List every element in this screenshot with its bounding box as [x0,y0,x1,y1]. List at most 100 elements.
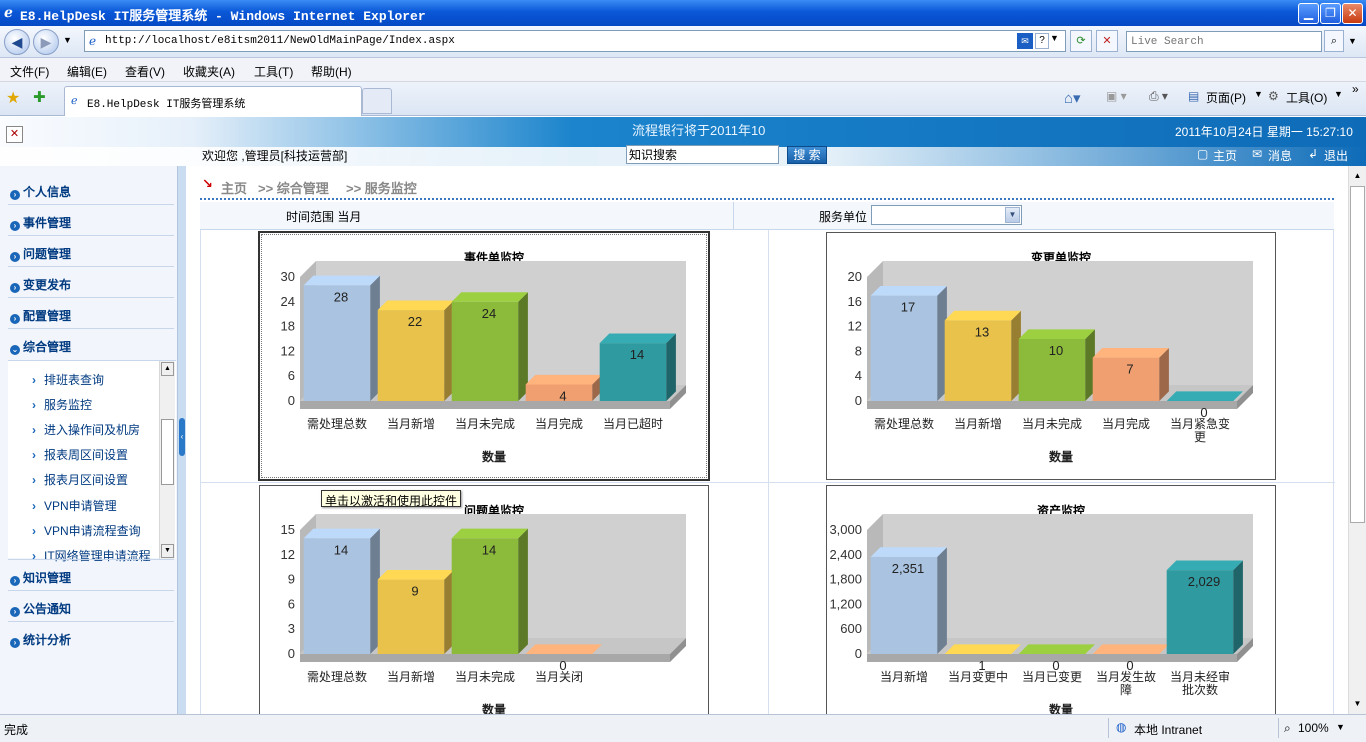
chart-panel-problems[interactable]: 问题单监控 0 3 6 9 12 15 14 需处理总数 9 当月新增 14 当月未完成 0 当月关闭 数量 [259,485,709,714]
sidebar-group-change[interactable]: › 变更发布 [10,276,71,293]
zoom-dropdown-icon[interactable]: ▼ [1336,722,1345,732]
zoom-level[interactable]: 100% [1298,721,1329,735]
bar-top [377,570,454,580]
knowledge-search-button[interactable]: 搜 索 [787,146,827,164]
sidebar-group-general[interactable]: ⌄ 综合管理 [10,338,71,355]
bar-top [525,644,602,654]
messages-link[interactable]: 消息 [1268,147,1292,164]
stop-button[interactable]: ✕ [1096,30,1118,52]
expand-icon: › [10,221,20,231]
page-scroll-down-icon[interactable]: ▼ [1350,696,1365,712]
sidebar-item-network-request[interactable]: › IT网络管理申请流程 [32,547,160,564]
sidebar-group-personal-info[interactable]: › 个人信息 [10,183,71,200]
history-dropdown-icon[interactable]: ▼ [63,35,72,45]
search-go-button[interactable]: ⌕ [1324,30,1344,52]
sidebar-group-config[interactable]: › 配置管理 [10,307,71,324]
page-menu-button[interactable]: 页面(P) [1206,89,1246,106]
sidebar-item-monthly-report[interactable]: › 报表月区间设置 [32,471,128,488]
menu-favorites[interactable]: 收藏夹(A) [183,63,235,80]
chart-panel-changes[interactable]: 变更单监控 0 4 8 12 16 20 17 需处理总数 13 当月新增 10 当月未完成 7 当月完成 0… [826,232,1276,480]
add-favorite-icon[interactable]: ✚ [33,88,46,106]
sidebar-group-statistics[interactable]: › 统计分析 [10,631,71,648]
submenu-scrollbar[interactable]: ▲ ▼ [159,361,175,559]
menu-file[interactable]: 文件(F) [10,63,49,80]
expand-icon: › [10,252,20,262]
menu-edit[interactable]: 编辑(E) [67,63,107,80]
forward-button[interactable]: ▶ [33,29,59,55]
tools-menu-dropdown-icon[interactable]: ▼ [1334,89,1343,99]
sidebar-group-knowledge[interactable]: › 知识管理 [10,569,71,586]
scroll-thumb[interactable] [161,419,174,485]
activex-tooltip: 单击以激活和使用此控件 [321,490,462,508]
url-dropdown-icon[interactable]: ▼ [1050,33,1059,43]
bar-side [937,547,947,654]
x-tick-label: 需处理总数 [307,416,367,431]
service-unit-label: 服务单位 [819,210,868,224]
breadcrumb-current: >> 服务监控 [346,181,417,196]
chevron-more-icon[interactable]: » [1352,82,1359,96]
scroll-down-icon[interactable]: ▼ [161,544,174,558]
sidebar-item-datacenter-access[interactable]: › 进入操作间及机房 [32,421,140,438]
sidebar-group-notices[interactable]: › 公告通知 [10,600,71,617]
sidebar-item-vpn-request[interactable]: › VPN申请管理 [32,497,117,514]
x-tick-label: 当月已变更 [1022,669,1082,684]
print-icon[interactable]: ⎙ ▾ [1149,89,1168,104]
new-tab-button[interactable] [362,88,392,114]
sidebar-item-weekly-report[interactable]: › 报表周区间设置 [32,446,128,463]
close-window-button[interactable]: ✕ [1342,3,1363,24]
knowledge-search-input[interactable] [626,145,779,164]
select-dropdown-icon[interactable]: ▼ [1005,207,1020,223]
compat-view-icon[interactable]: ✉ [1017,33,1033,49]
expand-icon: › [10,190,20,200]
menu-help[interactable]: 帮助(H) [311,63,352,80]
feeds-icon[interactable]: ▣ ▾ [1106,89,1127,103]
menu-tools[interactable]: 工具(T) [254,63,293,80]
y-tick-label: 24 [281,294,295,309]
tools-menu-button[interactable]: 工具(O) [1286,89,1327,106]
back-button[interactable]: ◀ [4,29,30,55]
minimize-button[interactable]: ▁ [1298,3,1319,24]
scroll-up-icon[interactable]: ▲ [161,362,174,376]
logout-link[interactable]: 退出 [1324,147,1348,164]
x-tick-label: 障 [1120,682,1132,697]
sidebar-splitter[interactable]: ‹ [178,166,186,714]
page-scroll-up-icon[interactable]: ▲ [1350,168,1365,184]
home-link[interactable]: 主页 [1213,147,1237,164]
sidebar-item-vpn-query[interactable]: › VPN申请流程查询 [32,522,141,539]
x-tick-label: 当月已超时 [603,416,663,431]
sidebar-group-incident[interactable]: › 事件管理 [10,214,71,231]
chart-panel-incidents[interactable]: 事件单监控 0 6 12 18 24 30 28 需处理总数 22 当月新增 24 当月未完成 4 当月完成… [258,231,710,481]
search-options-icon[interactable]: ▼ [1348,36,1357,46]
chevron-right-icon: › [32,549,36,563]
sidebar-group-problem[interactable]: › 问题管理 [10,245,71,262]
intranet-globe-icon: ◍ [1116,720,1127,734]
tab-active[interactable]: ℯ E8.HelpDesk IT服务管理系统 [64,86,362,116]
chevron-right-icon: › [32,448,36,462]
collapse-icon: ⌄ [10,345,20,355]
breadcrumb-home[interactable]: 主页 [221,178,247,197]
y-tick-label: 4 [855,368,862,383]
page-scroll-thumb[interactable] [1350,186,1365,523]
maximize-button[interactable]: ❐ [1320,3,1341,24]
page-scrollbar[interactable]: ▲ ▼ [1348,166,1366,714]
home-icon[interactable]: ⌂▾ [1064,89,1081,107]
sidebar-item-service-monitor[interactable]: › 服务监控 [32,396,92,413]
x-tick-label: 当月变更中 [948,669,1008,684]
sidebar-divider [8,204,174,205]
sidebar-divider [8,590,174,591]
collapse-sidebar-icon[interactable]: ‹ [179,418,185,456]
sidebar-item-schedule[interactable]: › 排班表查询 [32,371,104,388]
url-field[interactable]: ℯ http://localhost/e8itsm2011/NewOldMain… [84,30,1066,52]
bar-value-label: 24 [482,306,496,321]
chart-panel-assets[interactable]: 资产监控 0 600 1,200 1,800 2,400 3,000 2,351 当月新增 1 当月… [826,485,1276,714]
x-axis-label: 数量 [482,449,506,464]
favorites-star-icon[interactable]: ★ [6,88,20,108]
breadcrumb-general[interactable]: >> 综合管理 [258,178,329,197]
service-unit-select[interactable]: ▼ [871,205,1022,225]
menu-view[interactable]: 查看(V) [125,63,165,80]
page-menu-dropdown-icon[interactable]: ▼ [1254,89,1263,99]
y-tick-label: 16 [848,294,862,309]
live-search-input[interactable] [1126,31,1322,52]
help-icon[interactable]: ? [1035,33,1049,49]
refresh-button[interactable]: ⟳ [1070,30,1092,52]
